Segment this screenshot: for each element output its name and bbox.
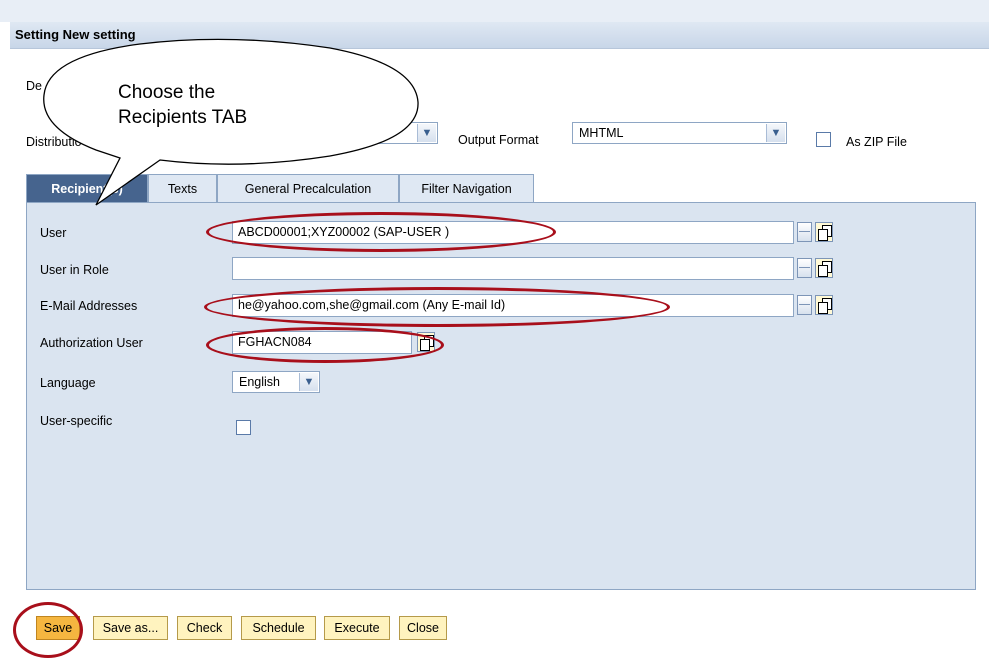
user-input[interactable]: ABCD00001;XYZ00002 (SAP-USER ) — [232, 221, 794, 244]
user-label: User — [40, 226, 67, 240]
tab-general-precalculation-label: General Precalculation — [244, 182, 372, 196]
role-label: User in Role — [40, 263, 109, 277]
tab-recipients[interactable]: Recipient(s) — [26, 174, 148, 203]
language-label: Language — [40, 376, 96, 390]
tab-texts[interactable]: Texts — [148, 174, 217, 203]
authorization-user-input[interactable]: FGHACN084 — [232, 331, 412, 354]
callout-line-1: Choose the — [118, 82, 216, 103]
description-label: De — [26, 79, 42, 93]
close-button[interactable]: Close — [399, 616, 447, 640]
output-format-value: MHTML — [579, 126, 624, 140]
user-specific-checkbox[interactable] — [236, 420, 251, 435]
distribution-type-select[interactable]: ▼ — [290, 122, 438, 144]
save-as-button[interactable]: Save as... — [93, 616, 168, 640]
language-select[interactable]: English ▼ — [232, 371, 320, 393]
zip-file-checkbox[interactable] — [816, 132, 831, 147]
user-specific-label: User-specific — [40, 414, 113, 428]
check-button[interactable]: Check — [177, 616, 232, 640]
execute-button[interactable]: Execute — [324, 616, 390, 640]
role-copy-icon[interactable] — [815, 258, 833, 278]
role-multiselect-icon[interactable] — [797, 258, 812, 278]
chevron-down-icon[interactable]: ▼ — [766, 124, 785, 142]
tab-filter-navigation[interactable]: Filter Navigation — [399, 174, 534, 203]
callout-line-2: Recipients TAB — [118, 107, 248, 128]
auth-user-value: FGHACN084 — [238, 335, 312, 349]
chevron-down-icon[interactable]: ▼ — [299, 373, 318, 391]
tab-texts-label: Texts — [167, 182, 198, 196]
email-multiselect-icon[interactable] — [797, 295, 812, 315]
window-title-bar: Setting New setting — [10, 22, 989, 49]
distribution-label: Distributio — [26, 135, 82, 149]
email-addresses-input[interactable]: he@yahoo.com,she@gmail.com (Any E-mail I… — [232, 294, 794, 317]
callout-text: Choose the Recipients TAB — [118, 80, 247, 130]
user-in-role-input[interactable] — [232, 257, 794, 280]
zip-file-label: As ZIP File — [846, 135, 907, 149]
tab-recipients-label: Recipient(s) — [51, 182, 123, 196]
email-value: he@yahoo.com,she@gmail.com (Any E-mail I… — [238, 298, 506, 312]
chevron-down-icon[interactable]: ▼ — [417, 124, 436, 142]
schedule-button[interactable]: Schedule — [241, 616, 316, 640]
user-copy-icon[interactable] — [815, 222, 833, 242]
language-value: English — [239, 375, 280, 389]
email-label: E-Mail Addresses — [40, 299, 138, 313]
output-format-select[interactable]: MHTML ▼ — [572, 122, 787, 144]
tab-filter-navigation-label: Filter Navigation — [421, 182, 512, 196]
save-button[interactable]: Save — [36, 616, 80, 640]
output-format-label: Output Format — [458, 133, 539, 147]
tab-general-precalculation[interactable]: General Precalculation — [217, 174, 399, 203]
email-copy-icon[interactable] — [815, 295, 833, 315]
auth-user-label: Authorization User — [40, 336, 143, 350]
user-multiselect-icon[interactable] — [797, 222, 812, 242]
top-strip — [0, 0, 989, 22]
auth-user-copy-icon[interactable] — [417, 332, 435, 352]
user-value: ABCD00001;XYZ00002 (SAP-USER ) — [238, 225, 450, 239]
window-title: Setting New setting — [15, 27, 136, 42]
